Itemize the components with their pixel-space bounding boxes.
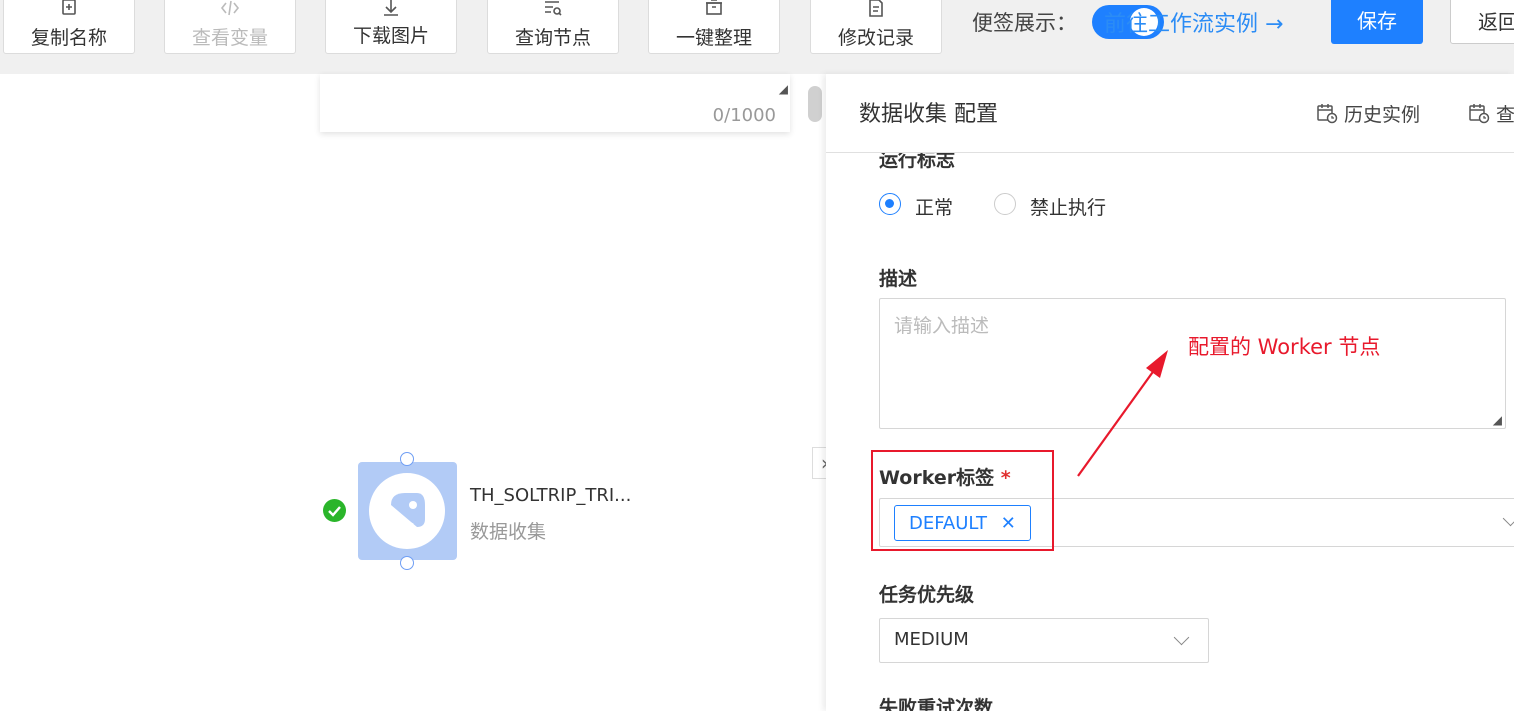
node-output-port[interactable] <box>400 556 414 570</box>
toolbar: 复制名称 查看变量 下载图片 查询节点 一键整理 修改记录 便签展示： 前往工作… <box>0 0 1514 74</box>
description-textarea[interactable]: 请输入描述 ◢ <box>879 298 1506 429</box>
node-type: 数据收集 <box>470 521 547 543</box>
copy-plus-icon <box>4 0 134 21</box>
code-icon <box>165 0 295 21</box>
resize-handle-icon[interactable]: ◢ <box>1493 413 1502 427</box>
goto-workflow-instance-link[interactable]: 前往工作流实例 → <box>1104 6 1283 38</box>
success-check-icon <box>323 499 346 522</box>
change-log-button[interactable]: 修改记录 <box>810 0 942 54</box>
copy-name-button[interactable]: 复制名称 <box>3 0 135 54</box>
sticky-note-label: 便签展示： <box>972 11 1077 35</box>
calendar-clock-icon <box>1316 102 1338 129</box>
workflow-node[interactable] <box>358 462 457 560</box>
annotation-text: 配置的 Worker 节点 <box>1188 335 1381 359</box>
view-variables-button[interactable]: 查看变量 <box>164 0 296 54</box>
run-flag-normal-radio[interactable] <box>879 193 901 215</box>
history-instances-button[interactable]: 历史实例 <box>1316 100 1420 129</box>
description-label: 描述 <box>879 268 918 290</box>
copy-name-label: 复制名称 <box>30 27 107 49</box>
save-button[interactable]: 保存 <box>1331 0 1423 44</box>
edit-doc-icon <box>811 0 941 21</box>
query-node-label: 查询节点 <box>514 27 591 49</box>
run-flag-disabled-label: 禁止执行 <box>1030 197 1107 219</box>
retry-count-label: 失败重试次数 <box>879 697 994 711</box>
auto-arrange-label: 一键整理 <box>675 27 752 49</box>
run-flag-label: 运行标志 <box>879 153 956 171</box>
node-input-port[interactable] <box>400 452 414 466</box>
resize-handle-icon[interactable]: ◢ <box>779 82 788 96</box>
history-instances-label: 历史实例 <box>1344 104 1421 126</box>
change-log-label: 修改记录 <box>837 27 914 49</box>
run-flag-normal-label: 正常 <box>915 197 954 219</box>
workflow-canvas[interactable] <box>0 74 826 711</box>
node-name: TH_SOLTRIP_TRI... <box>470 485 632 506</box>
query-node-button[interactable]: 查询节点 <box>487 0 619 54</box>
priority-select[interactable]: MEDIUM <box>879 618 1209 663</box>
download-icon <box>326 0 456 21</box>
search-list-icon <box>488 0 618 21</box>
priority-value: MEDIUM <box>894 629 969 650</box>
panel-header: 数据收集 配置 历史实例 查 <box>826 74 1514 153</box>
download-image-label: 下载图片 <box>352 25 429 47</box>
priority-label: 任务优先级 <box>879 584 975 606</box>
panel-title: 数据收集 配置 <box>859 102 998 127</box>
char-count: 0/1000 <box>712 105 776 126</box>
run-flag-disabled-radio[interactable] <box>994 193 1016 215</box>
view-variables-label: 查看变量 <box>191 27 268 49</box>
scrollbar-thumb[interactable] <box>808 86 822 122</box>
archive-icon <box>649 0 779 21</box>
chevron-down-icon <box>1502 510 1514 527</box>
canvas-textarea[interactable]: ◢ 0/1000 <box>320 74 790 132</box>
calendar-clock-icon <box>1468 102 1490 129</box>
check-label: 查 <box>1496 104 1514 126</box>
annotation-arrow-icon <box>1077 350 1168 477</box>
check-button[interactable]: 查 <box>1468 100 1514 129</box>
data-collect-icon <box>369 473 445 549</box>
annotation-highlight-box <box>871 450 1054 551</box>
description-placeholder: 请输入描述 <box>894 315 990 337</box>
back-button[interactable]: 返回 <box>1450 0 1514 44</box>
chevron-down-icon <box>1173 629 1190 646</box>
download-image-button[interactable]: 下载图片 <box>325 0 457 54</box>
auto-arrange-button[interactable]: 一键整理 <box>648 0 780 54</box>
